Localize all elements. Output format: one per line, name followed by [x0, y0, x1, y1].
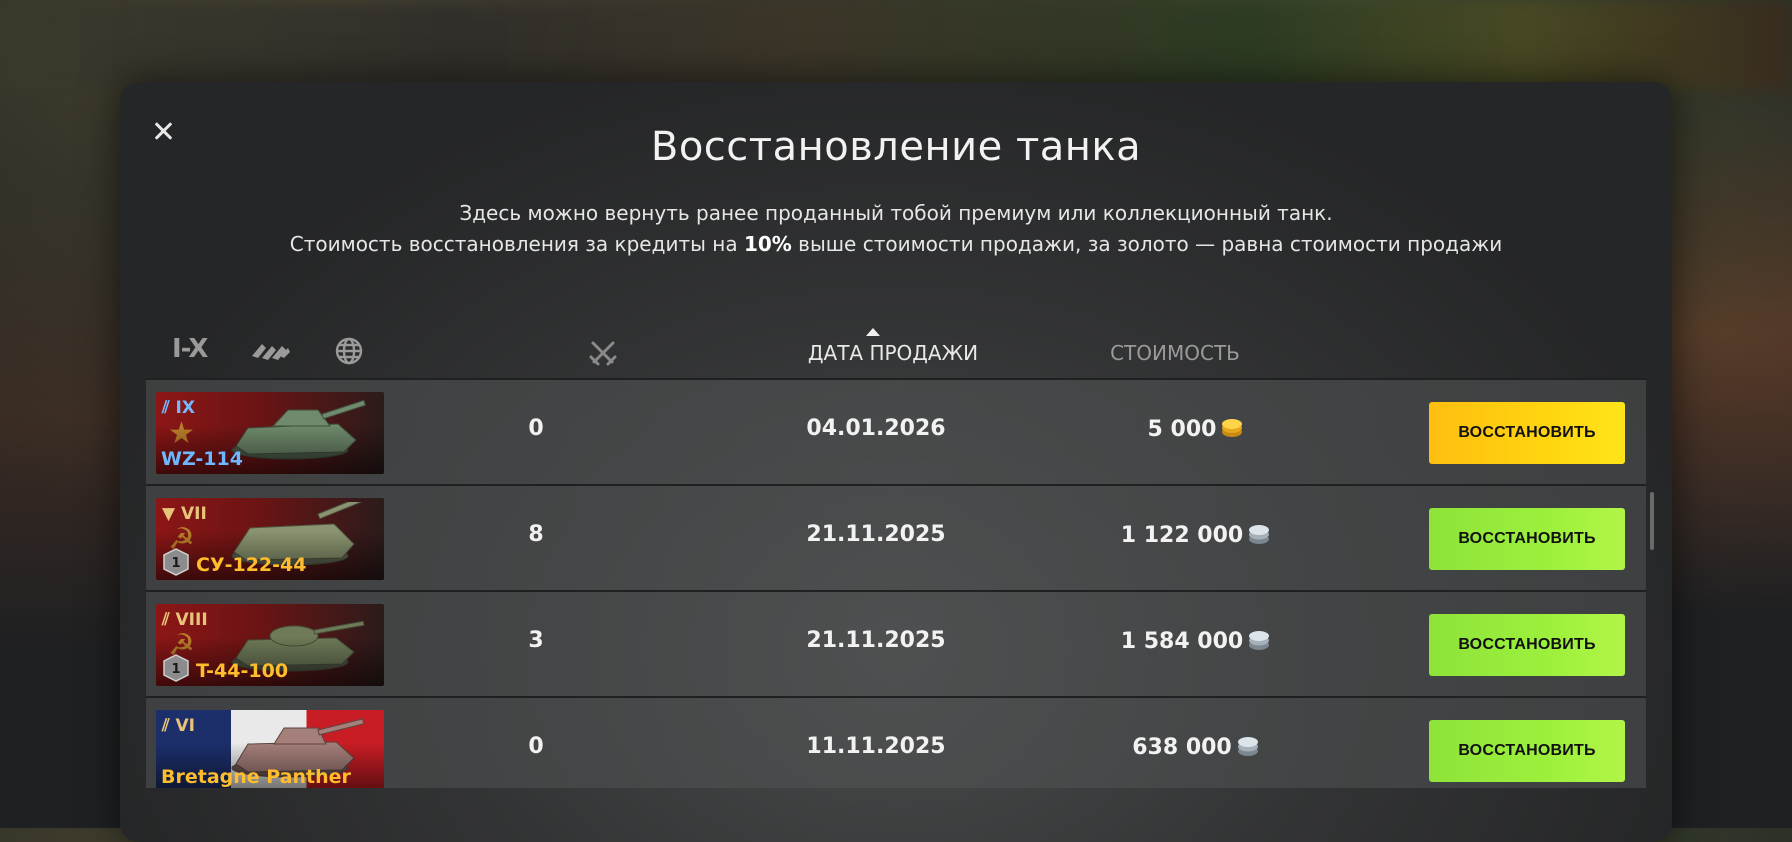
restore-button[interactable]: ВОССТАНОВИТЬ — [1429, 720, 1625, 782]
scrollbar[interactable] — [1650, 492, 1654, 550]
subtitle-line-1: Здесь можно вернуть ранее проданный тобо… — [459, 201, 1333, 225]
tank-name: WZ-114 — [161, 448, 243, 470]
vehicle-type-icon[interactable] — [250, 338, 292, 366]
sort-ascending-icon — [866, 328, 880, 336]
tier-label: ⫽ IX — [162, 398, 195, 418]
tank-list: ★ ⫽ IX WZ-114 0 04.01.2026 5 000 ВОССТАН… — [146, 378, 1646, 788]
tank-card: ☭ ⫽ VIII 1 T-44-100 — [156, 604, 384, 686]
cost-amount: 638 000 — [1132, 735, 1232, 760]
crossed-swords-icon[interactable] — [588, 338, 618, 368]
credits-coin-icon — [1237, 737, 1258, 756]
subtitle-percent: 10% — [743, 232, 792, 256]
background-blur — [0, 0, 1792, 90]
tier-label: ▼ VII — [162, 504, 207, 524]
cost-value: 1 122 000 — [1076, 522, 1316, 548]
globe-icon[interactable] — [334, 336, 364, 366]
battles-count: 0 — [528, 416, 544, 441]
tier-value: IX — [175, 398, 195, 418]
tier-value: VI — [175, 716, 195, 736]
column-sale-date[interactable]: ДАТА ПРОДАЖИ — [788, 341, 998, 365]
table-row: ☭ ▼ VII 1 СУ-122-44 8 21.11.2025 1 122 0… — [146, 484, 1646, 590]
mastery-badge-icon: 1 — [163, 548, 189, 576]
tank-name: T-44-100 — [196, 660, 289, 682]
tank-name: СУ-122-44 — [196, 554, 307, 576]
cost-value: 1 584 000 — [1076, 628, 1316, 654]
credits-coin-icon — [1249, 631, 1270, 650]
tank-card: ☭ ▼ VII 1 СУ-122-44 — [156, 498, 384, 580]
sale-date: 21.11.2025 — [806, 522, 946, 547]
gold-coin-icon — [1222, 419, 1243, 437]
dialog-title: Восстановление танка — [650, 124, 1142, 170]
svg-text:1: 1 — [171, 556, 180, 571]
tank-card: ★ ⫽ IX WZ-114 — [156, 392, 384, 474]
mastery-badge-icon: 1 — [163, 654, 189, 682]
cost-amount: 1 584 000 — [1120, 629, 1244, 654]
restore-button[interactable]: ВОССТАНОВИТЬ — [1429, 402, 1625, 464]
tank-card: ⫽ VI Bretagne Panther — [156, 710, 384, 788]
tier-value: VIII — [175, 610, 208, 630]
table-row: ⫽ VI Bretagne Panther 0 11.11.2025 638 0… — [146, 696, 1646, 788]
cost-amount: 5 000 — [1147, 417, 1217, 442]
cost-amount: 1 122 000 — [1120, 523, 1244, 548]
subtitle-line-2: Стоимость восстановления за кредиты на 1… — [120, 229, 1672, 260]
sale-date: 04.01.2026 — [806, 416, 946, 441]
tank-name: Bretagne Panther — [161, 766, 351, 788]
tier-label: ⫽ VIII — [162, 610, 208, 630]
tier-filter[interactable]: I-X — [172, 334, 208, 364]
svg-text:1: 1 — [171, 662, 180, 677]
battles-count: 3 — [528, 628, 544, 653]
restore-button[interactable]: ВОССТАНОВИТЬ — [1429, 614, 1625, 676]
dialog-subtitle: Здесь можно вернуть ранее проданный тобо… — [120, 198, 1672, 260]
subtitle-text: выше стоимости продажи, за золото — равн… — [791, 232, 1503, 256]
table-row: ☭ ⫽ VIII 1 T-44-100 3 21.11.2025 1 584 0… — [146, 590, 1646, 696]
subtitle-text: Стоимость восстановления за кредиты на — [289, 232, 744, 256]
table-row: ★ ⫽ IX WZ-114 0 04.01.2026 5 000 ВОССТАН… — [146, 378, 1646, 484]
sale-date: 21.11.2025 — [806, 628, 946, 653]
cost-value: 5 000 — [1076, 416, 1316, 442]
credits-coin-icon — [1249, 525, 1270, 544]
restore-tank-dialog: Восстановление танка Здесь можно вернуть… — [120, 82, 1672, 842]
cost-value: 638 000 — [1076, 734, 1316, 760]
tier-value: VII — [181, 504, 207, 524]
restore-button[interactable]: ВОССТАНОВИТЬ — [1429, 508, 1625, 570]
tier-label: ⫽ VI — [162, 716, 195, 736]
battles-count: 0 — [528, 734, 544, 759]
sale-date: 11.11.2025 — [806, 734, 946, 759]
column-cost[interactable]: СТОИМОСТЬ — [1090, 341, 1260, 365]
battles-count: 8 — [528, 522, 544, 547]
